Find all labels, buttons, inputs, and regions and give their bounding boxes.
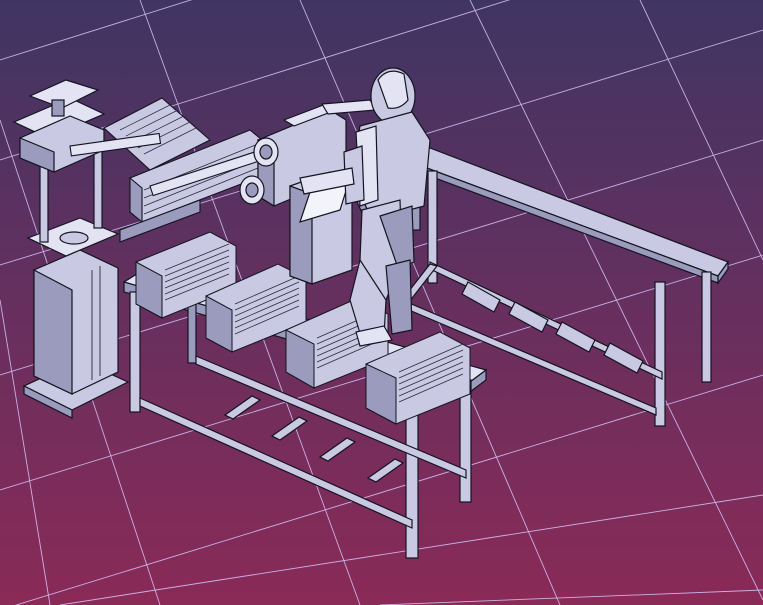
cad-3d-scene[interactable]	[0, 0, 763, 605]
cad-viewport[interactable]	[0, 0, 763, 605]
